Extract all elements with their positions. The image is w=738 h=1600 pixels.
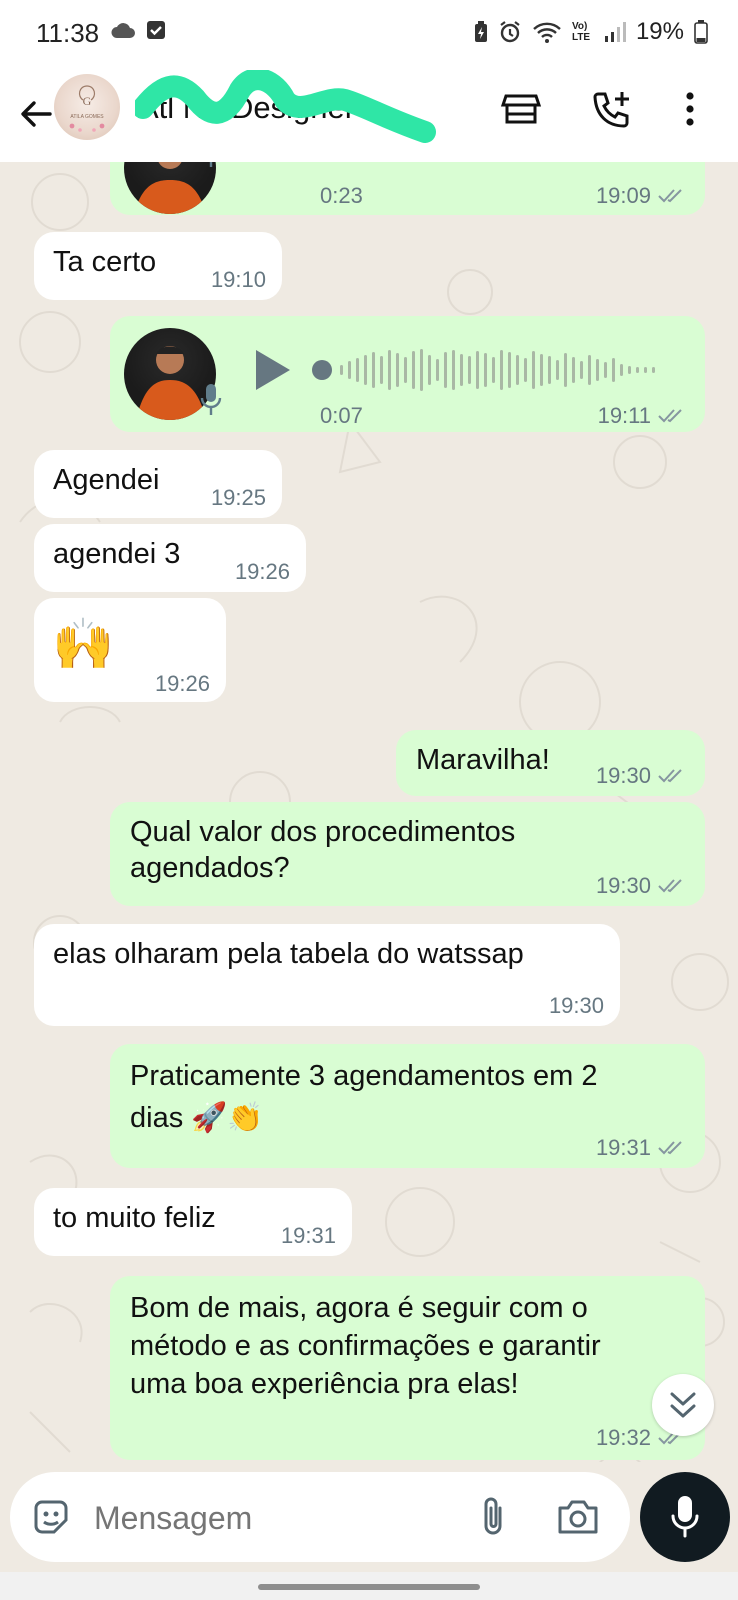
system-nav-bar bbox=[0, 1572, 738, 1600]
redaction-scribble bbox=[135, 70, 436, 143]
attach-icon[interactable] bbox=[478, 1494, 508, 1540]
message-text-line: agendados? bbox=[130, 852, 290, 884]
read-ticks-icon bbox=[658, 189, 682, 203]
voice-waveform[interactable] bbox=[310, 346, 670, 394]
read-ticks-icon bbox=[658, 1141, 682, 1155]
read-ticks-icon bbox=[658, 879, 682, 893]
scroll-to-bottom-button[interactable] bbox=[652, 1374, 714, 1436]
home-gesture-handle[interactable] bbox=[258, 1584, 480, 1590]
message-text-line: dias 🚀👏 bbox=[130, 1102, 264, 1134]
message-emoji: 🙌 bbox=[52, 616, 115, 672]
message-time: 19:26 bbox=[234, 559, 290, 584]
message-bubble-incoming[interactable]: 🙌 19:26 bbox=[34, 598, 226, 702]
message-time: 19:25 bbox=[210, 485, 266, 510]
logo-mark-icon: G ATILA GOMES bbox=[69, 85, 105, 132]
message-bubble-outgoing[interactable]: Bom de mais, agora é seguir com o método… bbox=[110, 1276, 705, 1460]
double-chevron-down-icon bbox=[670, 1392, 696, 1418]
message-time: 19:32 bbox=[595, 1425, 651, 1450]
message-composer bbox=[10, 1472, 630, 1562]
message-time: 19:26 bbox=[154, 671, 210, 696]
message-bubble-incoming[interactable]: agendei 3 19:26 bbox=[34, 524, 306, 592]
message-text-line: Bom de mais, agora é seguir com o bbox=[130, 1292, 588, 1324]
message-bubble-outgoing[interactable]: Maravilha! 19:30 bbox=[396, 730, 705, 796]
message-time: 19:31 bbox=[280, 1223, 336, 1248]
message-text: Agendei bbox=[53, 464, 160, 496]
voice-record-button[interactable] bbox=[640, 1472, 730, 1562]
battery-saver-icon bbox=[474, 21, 487, 42]
chat-area[interactable]: 0:23 19:09 Ta certo 19:10 0:07 19:11 Age… bbox=[0, 162, 738, 1462]
camera-icon[interactable] bbox=[556, 1496, 600, 1536]
battery-percent: 19% bbox=[635, 18, 684, 45]
message-text-line: Praticamente 3 agendamentos em 2 bbox=[130, 1060, 598, 1092]
message-text: agendei 3 bbox=[53, 538, 181, 570]
chat-header: G ATILA GOMES Atl Na Designer bbox=[0, 70, 738, 162]
message-text-line: uma boa experiência pra elas! bbox=[130, 1368, 519, 1400]
read-ticks-icon bbox=[658, 409, 682, 423]
more-options-icon[interactable] bbox=[684, 88, 696, 130]
message-time: 19:11 bbox=[597, 403, 651, 428]
read-ticks-icon bbox=[658, 769, 682, 783]
message-bubble-incoming[interactable]: to muito feliz 19:31 bbox=[34, 1188, 352, 1256]
mic-icon bbox=[671, 1496, 699, 1538]
back-arrow-icon[interactable] bbox=[14, 90, 58, 138]
message-time: 19:30 bbox=[595, 763, 651, 788]
message-bubble-incoming[interactable]: Ta certo 19:10 bbox=[34, 232, 282, 300]
message-bubble-incoming[interactable]: elas olharam pela tabela do watssap 19:3… bbox=[34, 924, 620, 1026]
status-bar: 11:38 Vo) LTE 19% bbox=[0, 0, 738, 70]
message-time: 19:31 bbox=[595, 1135, 651, 1160]
network-type: Vo) LTE bbox=[571, 21, 591, 43]
svg-text:G: G bbox=[83, 94, 92, 108]
voice-duration: 0:23 bbox=[320, 183, 363, 208]
message-bubble-incoming[interactable]: Agendei 19:25 bbox=[34, 450, 282, 518]
add-call-icon[interactable] bbox=[590, 88, 634, 132]
check-box-icon bbox=[147, 21, 165, 39]
mic-indicator-icon bbox=[200, 384, 222, 415]
message-bubble-voice[interactable]: 0:07 19:11 bbox=[110, 316, 705, 432]
message-time: 19:30 bbox=[595, 873, 651, 898]
cloud-icon bbox=[111, 23, 135, 38]
message-input[interactable] bbox=[92, 1490, 466, 1546]
status-time: 11:38 bbox=[36, 18, 100, 48]
signal-icon bbox=[604, 22, 626, 42]
alarm-icon bbox=[500, 21, 520, 43]
wifi-icon bbox=[533, 22, 561, 43]
message-text: Maravilha! bbox=[416, 744, 550, 776]
message-bubble-outgoing[interactable]: Praticamente 3 agendamentos em 2 dias 🚀👏… bbox=[110, 1044, 705, 1168]
message-bubble-voice[interactable]: 0:23 19:09 bbox=[110, 162, 705, 215]
message-text-line: método e as confirmações e garantir bbox=[130, 1330, 601, 1362]
store-icon[interactable] bbox=[500, 88, 542, 130]
message-text-line: Qual valor dos procedimentos bbox=[130, 816, 516, 848]
contact-avatar[interactable]: G ATILA GOMES bbox=[54, 74, 120, 140]
message-text: elas olharam pela tabela do watssap bbox=[53, 938, 524, 970]
message-time: 19:30 bbox=[548, 993, 604, 1018]
message-bubble-outgoing[interactable]: Qual valor dos procedimentos agendados? … bbox=[110, 802, 705, 906]
battery-icon bbox=[694, 20, 708, 44]
svg-text:ATILA GOMES: ATILA GOMES bbox=[70, 114, 104, 120]
message-text: to muito feliz bbox=[53, 1202, 216, 1234]
mic-indicator-icon bbox=[209, 162, 213, 167]
message-time: 19:10 bbox=[210, 267, 266, 292]
message-time: 19:09 bbox=[595, 183, 651, 208]
sticker-icon[interactable] bbox=[30, 1496, 72, 1538]
message-text: Ta certo bbox=[53, 246, 157, 278]
play-icon[interactable] bbox=[252, 348, 292, 392]
voice-duration: 0:07 bbox=[320, 403, 363, 428]
